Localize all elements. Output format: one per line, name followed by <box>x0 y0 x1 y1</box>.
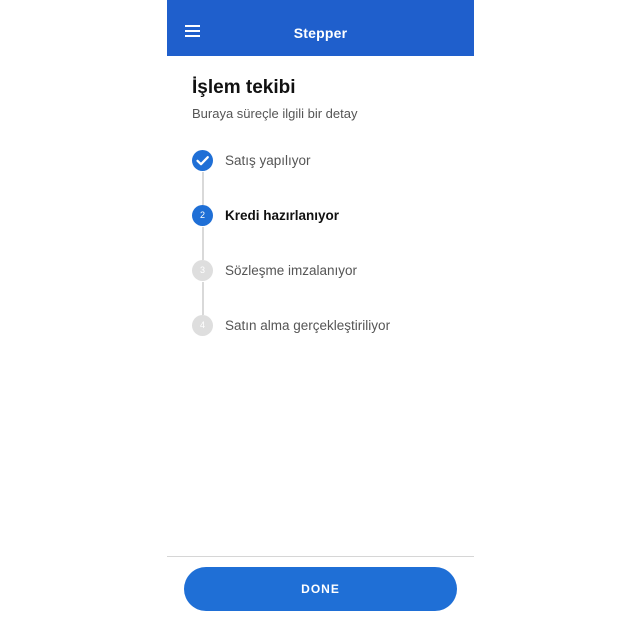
step-label: Sözleşme imzalanıyor <box>225 263 358 278</box>
step-completed-indicator <box>192 150 213 171</box>
step-item-2[interactable]: 2 Kredi hazırlanıyor <box>192 205 472 227</box>
step-number-badge: 3 <box>192 260 213 281</box>
step-connector <box>202 282 204 315</box>
step-connector <box>202 172 204 205</box>
step-item-1[interactable]: Satış yapılıyor <box>192 150 472 172</box>
step-item-4[interactable]: 4 Satın alma gerçekleştiriliyor <box>192 315 472 337</box>
step-number-badge: 2 <box>192 205 213 226</box>
app-bar: Stepper <box>167 0 474 56</box>
step-connector <box>202 227 204 260</box>
page-title: İşlem tekibi <box>192 77 296 98</box>
app-bar-title: Stepper <box>293 25 348 41</box>
check-icon <box>196 156 209 166</box>
phone-screen: Stepper İşlem tekibi Buraya süreçle ilgi… <box>167 0 474 640</box>
page-subtitle: Buraya süreçle ilgili bir detay <box>192 106 358 121</box>
step-label: Kredi hazırlanıyor <box>225 208 340 223</box>
done-button[interactable]: DONE <box>184 567 457 611</box>
step-label: Satın alma gerçekleştiriliyor <box>225 318 391 333</box>
step-item-3[interactable]: 3 Sözleşme imzalanıyor <box>192 260 472 282</box>
step-label: Satış yapılıyor <box>225 153 311 168</box>
step-number-badge: 4 <box>192 315 213 336</box>
footer-divider <box>167 556 474 557</box>
